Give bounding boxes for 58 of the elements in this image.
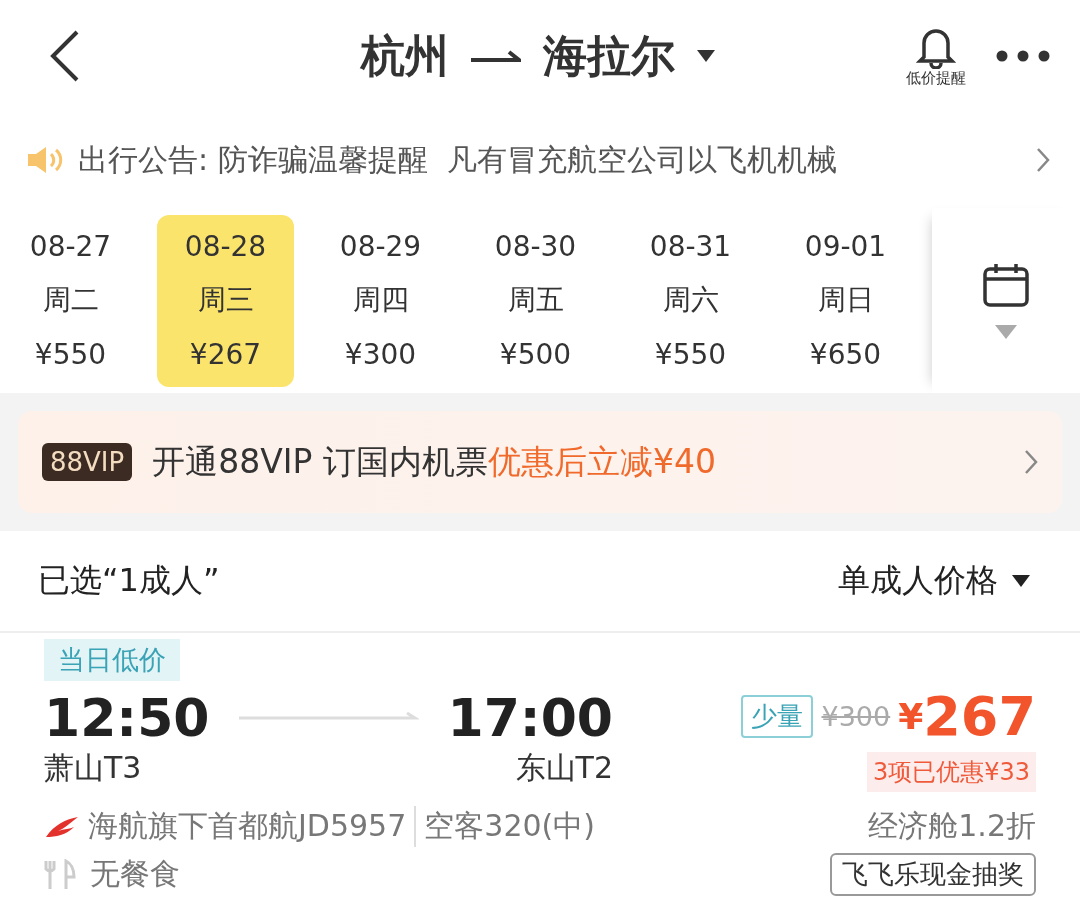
meal-info: 无餐食 <box>90 855 180 893</box>
caret-icon[interactable] <box>697 50 715 62</box>
date-tab[interactable]: 08-28 周三 ¥267 <box>157 214 294 387</box>
more-icon[interactable] <box>996 50 1050 62</box>
date-label: 08-31 <box>649 229 732 263</box>
weekday-label: 周三 <box>197 282 254 319</box>
date-price: ¥267 <box>189 338 262 372</box>
aircraft-type: 空客320(中) <box>414 806 595 847</box>
airline-logo-icon <box>44 814 80 839</box>
chevron-right-icon[interactable] <box>1024 449 1038 475</box>
price-symbol: ¥ <box>898 696 924 737</box>
arrival-city[interactable]: 海拉尔 <box>543 26 675 86</box>
date-price: ¥550 <box>34 338 107 372</box>
date-label: 08-30 <box>494 229 577 263</box>
vip-badge: 88VIP <box>42 443 133 481</box>
date-label: 08-28 <box>184 229 267 263</box>
date-price: ¥550 <box>654 338 727 372</box>
caret-icon[interactable] <box>1012 575 1030 587</box>
passenger-selection: 已选“1成人” <box>38 560 220 601</box>
limited-seats-tag: 少量 <box>741 695 814 738</box>
weekday-label: 周六 <box>662 282 719 319</box>
arrival-airport: 东山T2 <box>515 749 613 787</box>
price-mode-dropdown[interactable]: 单成人价格 <box>838 559 998 603</box>
notice-text[interactable]: 出行公告: 防诈骗温馨提醒 凡有冒充航空公司以飞机机械 <box>78 139 1022 181</box>
weekday-label: 周二 <box>42 282 99 319</box>
chevron-right-icon[interactable] <box>1036 147 1050 173</box>
flight-price: 267 <box>923 685 1036 748</box>
departure-city: 杭州 <box>361 28 449 83</box>
weekday-label: 周四 <box>352 282 409 319</box>
promo-text: 开通88VIP 订国内机票 <box>152 440 488 483</box>
date-label: 08-29 <box>339 229 422 263</box>
date-label: 08-27 <box>29 229 112 263</box>
departure-time: 12:50 <box>44 688 211 748</box>
date-tab[interactable]: 08-27 周二 ¥550 <box>2 214 139 387</box>
date-tab[interactable]: 08-30 周五 ¥500 <box>467 214 604 387</box>
airline-flight-number: 海航旗下首都航JD5957 <box>88 807 407 845</box>
flight-line-icon <box>239 709 419 722</box>
date-price: ¥650 <box>809 338 882 372</box>
weekday-label: 周日 <box>817 282 874 319</box>
arrival-time: 17:00 <box>447 688 613 748</box>
date-price: ¥300 <box>344 338 417 372</box>
weekday-label: 周五 <box>507 282 564 319</box>
low-price-tag: 当日低价 <box>44 639 180 681</box>
departure-airport: 萧山T3 <box>44 749 143 787</box>
vip-promo-banner[interactable]: 88VIP 开通88VIP 订国内机票优惠后立减¥40 <box>18 411 1062 513</box>
original-price: ¥300 <box>821 701 891 732</box>
calendar-icon[interactable] <box>983 262 1029 307</box>
date-price: ¥500 <box>499 338 572 372</box>
date-tab[interactable]: 08-31 周六 ¥550 <box>622 214 759 387</box>
date-label: 09-01 <box>804 229 887 263</box>
speaker-icon <box>26 145 64 175</box>
back-icon[interactable] <box>50 30 80 82</box>
date-tab[interactable]: 09-01 周日 ¥650 <box>777 214 914 387</box>
price-alert-label[interactable]: 低价提醒 <box>906 68 966 88</box>
cabin-class: 经济舱1.2折 <box>868 807 1036 845</box>
lottery-promo-tag: 飞飞乐现金抽奖 <box>830 853 1036 896</box>
date-tab[interactable]: 08-29 周四 ¥300 <box>312 214 449 387</box>
promo-discount: 优惠后立减¥40 <box>487 440 717 483</box>
